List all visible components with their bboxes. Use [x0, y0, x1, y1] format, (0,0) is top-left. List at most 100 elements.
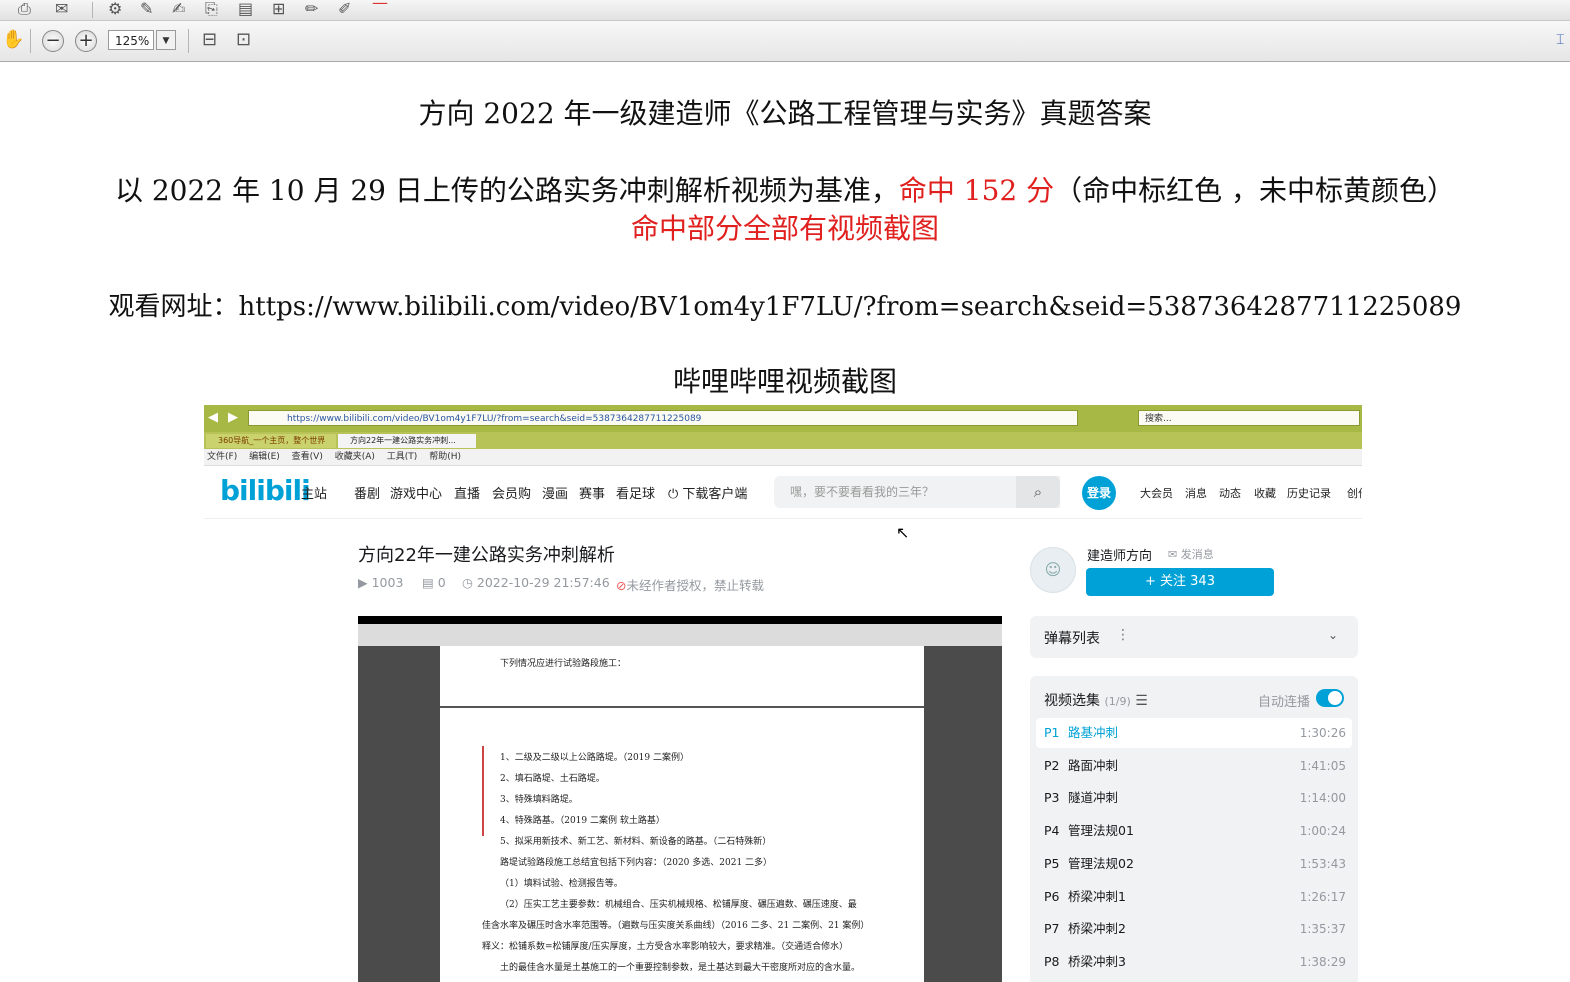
forbidden-icon: ⊘ [616, 578, 627, 593]
playlist-item[interactable]: P6 桥梁冲刺1 1:26:17 [1036, 882, 1352, 912]
playlist-item[interactable]: P1 路基冲刺 1:30:26 [1036, 718, 1352, 748]
autoplay-label: 自动连播 [1258, 695, 1311, 710]
copyright-text: 未经作者授权，禁止转载 [626, 578, 764, 593]
export-icon[interactable]: ⎘ [205, 0, 218, 18]
menu-edit[interactable]: 编辑(E) [249, 452, 280, 462]
episode-name: 桥梁冲刺1 [1068, 889, 1126, 904]
danmaku-count-value: 0 [437, 575, 446, 590]
nav-esports[interactable]: 赛事 [579, 483, 605, 502]
episode-duration: 1:53:43 [1299, 857, 1346, 871]
autoplay-toggle[interactable] [1316, 689, 1344, 707]
screenshot-note: 命中部分全部有视频截图 [630, 212, 939, 245]
playlist-title: 视频选集 [1044, 693, 1100, 709]
zoom-in-button[interactable]: + [75, 30, 97, 52]
sign-icon[interactable]: ✍ [172, 0, 185, 18]
episode-duration: 1:14:00 [1299, 791, 1346, 805]
pencil-icon[interactable]: ✏ [305, 0, 318, 18]
episode-number: P3 [1044, 790, 1060, 805]
send-message-link[interactable]: ✉ 发消息 [1168, 546, 1214, 562]
address-input[interactable]: https://www.bilibili.com/video/BV1om4y1F… [248, 410, 1078, 426]
video-text-line: 1、二级及二级以上公路路堤。（2019 二案例） [500, 753, 689, 763]
hand-tool-icon[interactable]: ✋ [2, 31, 24, 49]
video-text-line: 5、拟采用新技术、新工艺、新材料、新设备的路基。（二石特殊新） [500, 837, 772, 847]
menu-tools[interactable]: 工具(T) [387, 452, 418, 462]
zoom-level-field[interactable]: 125% [108, 30, 154, 50]
nav-messages[interactable]: 消息 [1185, 485, 1207, 501]
settings-icon[interactable]: ⚙ [108, 0, 122, 18]
playlist-item[interactable]: P3 隧道冲刺 1:14:00 [1036, 783, 1352, 813]
video-player[interactable]: 下列情况应进行试验路段施工： 1、二级及二级以上公路路堤。（2019 二案例） … [358, 616, 1002, 982]
list-icon[interactable]: ☰ [1135, 693, 1148, 709]
video-text-line: 路堤试验路段施工总结宜包括下列内容：（2020 多选、2021 二多） [500, 858, 773, 868]
menu-file[interactable]: 文件(F) [207, 452, 237, 462]
avatar[interactable]: ☺ [1030, 547, 1076, 593]
menu-view[interactable]: 查看(V) [292, 452, 323, 462]
follow-button[interactable]: + 关注 343 [1086, 568, 1274, 596]
episode-name: 路面冲刺 [1068, 758, 1119, 773]
video-text-line: 下列情况应进行试验路段施工： [500, 659, 627, 669]
reader-toolbar-navigation: ✋ − + 125% ▼ ⊟ ⊡ ⌶ [0, 21, 1570, 62]
bilibili-logo[interactable]: bilibili [220, 474, 311, 507]
video-text-line: 2、填石路堤、土石路堤。 [500, 774, 605, 784]
bilibili-header: bilibili 主站 番剧 游戏中心 直播 会员购 漫画 赛事 看足球 ⏻ 下… [204, 466, 1362, 519]
video-text-line: 4、特殊路基。（2019 二案例 软土路基） [500, 816, 665, 826]
back-icon[interactable]: ◀ [208, 409, 218, 427]
highlighter-icon[interactable]: ✐ [338, 0, 351, 18]
playlist-item[interactable]: P8 桥梁冲刺3 1:38:29 [1036, 947, 1352, 977]
stamp-icon[interactable]: ⊞ [272, 0, 285, 18]
episode-number: P8 [1044, 954, 1060, 969]
nav-history[interactable]: 历史记录 [1287, 485, 1331, 501]
chevron-down-icon[interactable]: ⌄ [1328, 628, 1338, 642]
search-icon[interactable]: ⌕ [1016, 476, 1060, 508]
login-button[interactable]: 登录 [1082, 476, 1116, 510]
nav-bangumi[interactable]: 番剧 [354, 483, 380, 502]
reader-toolbar-top: ⎙ ✉ ⚙ ✎ ✍ ⎘ ▤ ⊞ ✏ ✐ — [0, 0, 1570, 21]
fit-page-icon[interactable]: ⊟ [202, 31, 217, 49]
danmaku-list-panel[interactable]: 弹幕列表 ⋮ ⌄ [1030, 616, 1358, 658]
email-icon[interactable]: ✉ [55, 0, 68, 18]
nav-favorites[interactable]: 收藏 [1254, 485, 1276, 501]
episode-duration: 1:41:05 [1299, 759, 1346, 773]
episode-name: 隧道冲刺 [1068, 790, 1119, 805]
nav-main[interactable]: 主站 [301, 483, 327, 502]
browser-search-input[interactable]: 搜索... [1138, 410, 1360, 426]
fit-width-icon[interactable]: ⊡ [236, 31, 251, 49]
episode-duration: 1:38:29 [1299, 955, 1346, 969]
print-icon[interactable]: ⎙ [18, 0, 31, 18]
playlist-item[interactable]: P5 管理法规02 1:53:43 [1036, 849, 1352, 879]
playlist-item[interactable]: P7 桥梁冲刺2 1:35:37 [1036, 914, 1352, 944]
video-text-line: （2）压实工艺主要参数：机械组合、压实机械规格、松铺厚度、碾压遍数、碾压速度、最 [500, 900, 857, 910]
menu-favorites[interactable]: 收藏夹(A) [335, 452, 375, 462]
danmaku-count: ▤ 0 [422, 575, 446, 590]
playlist-item[interactable]: P2 路面冲刺 1:41:05 [1036, 751, 1352, 781]
nav-football[interactable]: 看足球 [616, 483, 655, 502]
nav-game-center[interactable]: 游戏中心 [390, 483, 442, 502]
nav-dynamics[interactable]: 动态 [1219, 485, 1241, 501]
nav-manga[interactable]: 漫画 [542, 483, 568, 502]
nav-vip[interactable]: 大会员 [1140, 485, 1173, 501]
browser-tab-bilibili[interactable]: 方向22年一建公路实务冲刺... [338, 434, 476, 448]
uploader-name[interactable]: 建造师方向 [1087, 545, 1152, 564]
toolbar-separator [92, 2, 93, 18]
strikeout-icon[interactable]: — [372, 0, 388, 12]
tools-pane-icon[interactable]: ⌶ [1556, 31, 1564, 49]
menu-help[interactable]: 帮助(H) [429, 452, 461, 462]
comment-icon[interactable]: ✎ [140, 0, 153, 18]
nav-creator[interactable]: 创作 [1347, 485, 1362, 501]
browser-tab-360[interactable]: 360导航_一个主页，整个世界 [206, 434, 336, 448]
more-icon[interactable]: ⋮ [1116, 627, 1130, 643]
forward-icon[interactable]: ▶ [228, 409, 238, 427]
nav-mall[interactable]: 会员购 [492, 483, 531, 502]
video-text-line: （1）填料试验、检测报告等。 [500, 879, 623, 889]
publish-date: ◷ 2022-10-29 21:57:46 [462, 575, 610, 590]
zoom-out-button[interactable]: − [42, 30, 64, 52]
playlist-item[interactable]: P4 管理法规01 1:00:24 [1036, 816, 1352, 846]
red-annotation-mark [482, 746, 484, 836]
video-text-line: 佳含水率及碾压时含水率范围等。（遍数与压实度关系曲线）（2016 二多、21 二… [482, 921, 870, 931]
video-title: 方向22年一建公路实务冲刺解析 [358, 545, 615, 566]
nav-live[interactable]: 直播 [454, 483, 480, 502]
zoom-dropdown-button[interactable]: ▼ [156, 30, 176, 50]
document-icon[interactable]: ▤ [238, 0, 253, 18]
watch-url: 观看网址：https://www.bilibili.com/video/BV1o… [108, 292, 1462, 322]
nav-download-client[interactable]: ⏻ 下载客户端 [668, 483, 747, 502]
